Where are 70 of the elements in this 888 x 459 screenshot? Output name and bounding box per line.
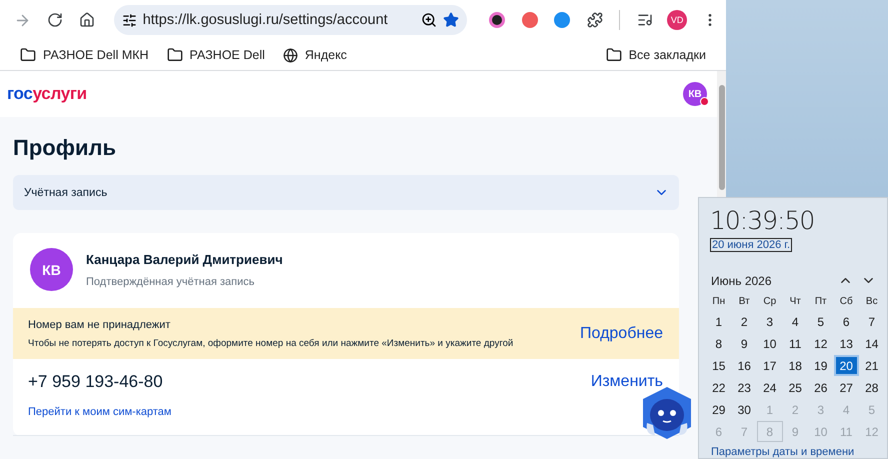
weekday-label: Вт — [738, 295, 751, 309]
weekday-label: Чт — [788, 295, 802, 309]
weekday-label: Пн — [711, 295, 726, 309]
warning-title: Номер вам не принадлежит — [28, 319, 172, 331]
user-avatar[interactable]: КВ — [683, 82, 707, 106]
bookmark-star-icon[interactable] — [443, 12, 460, 28]
calendar-day[interactable]: 28 — [859, 377, 884, 398]
section-select[interactable]: Учётная запись — [13, 175, 679, 210]
calendar-day[interactable]: 17 — [757, 355, 782, 376]
bookmark-item[interactable]: Яндекс — [282, 48, 347, 62]
weekday-label: Сб — [838, 295, 854, 309]
scrollbar-thumb[interactable] — [718, 85, 724, 190]
calendar-day[interactable]: 19 — [808, 355, 834, 376]
calendar-day[interactable]: 14 — [859, 333, 884, 354]
zoom-icon[interactable] — [421, 12, 438, 28]
calendar-day[interactable]: 7 — [859, 311, 884, 332]
calendar-day[interactable]: 26 — [808, 377, 834, 398]
calendar-day[interactable]: 8 — [706, 333, 732, 354]
globe-icon — [282, 48, 298, 62]
folder-icon — [606, 47, 622, 63]
calendar-day[interactable]: 1 — [706, 311, 732, 332]
change-link[interactable]: Изменить — [590, 373, 663, 391]
calendar-day[interactable]: 20 — [834, 355, 859, 376]
user-name: Канцара Валерий Дмитриевич — [86, 252, 283, 266]
home-icon[interactable] — [79, 12, 96, 28]
all-bookmarks-item[interactable]: Все закладки — [606, 47, 706, 63]
calendar-day[interactable]: 23 — [732, 377, 757, 398]
date-link[interactable]: 20 июня 2026 г. — [710, 238, 792, 252]
calendar-day[interactable]: 3 — [757, 311, 782, 332]
calendar-day[interactable]: 27 — [834, 377, 859, 398]
address-bar[interactable]: https://lk.gosuslugi.ru/settings/account — [114, 5, 468, 35]
month-title: Июнь 2026 — [711, 274, 772, 288]
url-text: https://lk.gosuslugi.ru/settings/account — [142, 12, 389, 28]
date-time-settings-link[interactable]: Параметры даты и времени — [711, 446, 854, 458]
calendar-day[interactable]: 10 — [757, 333, 782, 354]
calendar-day[interactable]: 21 — [859, 355, 884, 376]
account-status: Подтверждённая учётная запись — [86, 276, 256, 288]
calendar-day[interactable]: 11 — [782, 333, 808, 354]
calendar-day[interactable]: 30 — [732, 399, 757, 420]
calendar-day[interactable]: 13 — [834, 333, 859, 354]
sim-cards-link[interactable]: Перейти к моим сим-картам — [28, 406, 172, 418]
clock-time: 10:39:50 — [709, 205, 816, 235]
calendar-day[interactable]: 16 — [732, 355, 757, 376]
calendar-day[interactable]: 9 — [732, 333, 757, 354]
weekday-label: Вс — [864, 295, 879, 309]
calendar-day[interactable]: 12 — [808, 333, 834, 354]
calendar-day[interactable]: 5 — [808, 311, 834, 332]
bookmark-item[interactable]: РАЗНОЕ Dell — [166, 47, 265, 63]
calendar-day[interactable]: 24 — [757, 377, 782, 398]
reload-icon[interactable] — [46, 12, 63, 28]
weekday-label: Пт — [814, 295, 828, 309]
calendar-day[interactable]: 6 — [834, 311, 859, 332]
folder-icon — [20, 47, 36, 63]
calendar-day[interactable]: 2 — [732, 311, 757, 332]
bookmark-item[interactable]: РАЗНОЕ Dell МКН — [20, 47, 149, 63]
more-link[interactable]: Подробнее — [580, 325, 663, 343]
calendar-day[interactable]: 15 — [706, 355, 732, 376]
profile-avatar: КВ — [30, 248, 73, 291]
calendar-day[interactable]: 29 — [706, 399, 732, 420]
site-info-icon[interactable] — [122, 12, 137, 28]
warning-text: Чтобы не потерять доступ к Госуслугам, оформите номер на себя или нажмите «Изменить» и укажите другой — [28, 338, 514, 349]
page-title: Профиль — [13, 135, 117, 161]
calendar-day[interactable]: 22 — [706, 377, 732, 398]
calendar-day[interactable]: 4 — [782, 311, 808, 332]
phone-number: +7 959 193-46-80 — [28, 372, 163, 392]
calendar-day[interactable]: 25 — [782, 377, 808, 398]
site-logo[interactable]: госуслуги — [7, 84, 87, 104]
folder-icon — [166, 47, 183, 63]
calendar-day[interactable]: 18 — [782, 355, 808, 376]
weekday-label: Ср — [762, 295, 778, 309]
